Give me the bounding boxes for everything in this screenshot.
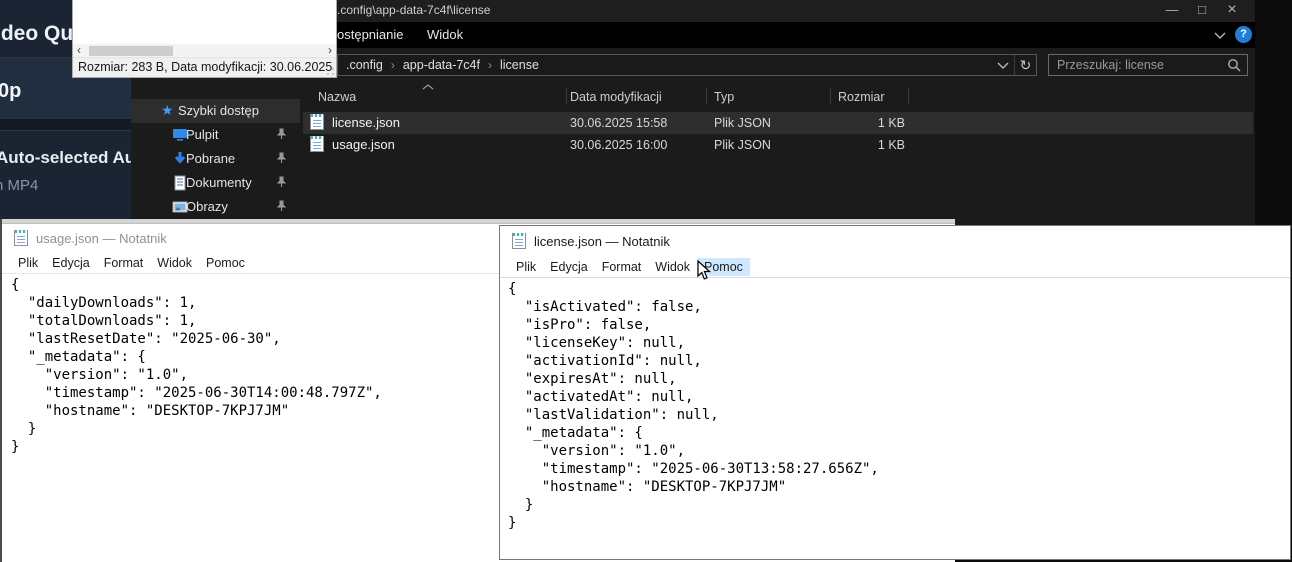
- resolution-label: 0p: [0, 80, 21, 103]
- tab-udostepnianie[interactable]: ostępnianie: [337, 27, 404, 42]
- sidebar-item-label: Pobrane: [186, 151, 235, 166]
- column-header-typ[interactable]: Typ: [714, 90, 734, 104]
- screen: ideo Quali 0p Auto-selected Audi n MP4 .…: [0, 0, 1292, 562]
- star-icon: ★: [161, 102, 174, 119]
- search-input[interactable]: [1049, 57, 1227, 73]
- ribbon-collapse-chevron-icon[interactable]: [1214, 32, 1226, 39]
- notepad-titlebar[interactable]: license.json — Notatnik: [500, 226, 1290, 256]
- help-icon[interactable]: ?: [1235, 26, 1252, 43]
- close-button[interactable]: ×: [1217, 0, 1247, 22]
- menu-widok[interactable]: Widok: [150, 254, 199, 272]
- column-header-data-modyfikacji[interactable]: Data modyfikacji: [570, 90, 662, 104]
- address-bar[interactable]: .config › app-data-7c4f › license ↻: [337, 54, 1037, 76]
- explorer-window-title: .config\app-data-7c4f\license: [337, 3, 490, 17]
- file-row-usage-json[interactable]: usage.json 30.06.2025 16:00 Plik JSON 1 …: [303, 134, 1253, 156]
- breadcrumb-license[interactable]: license: [498, 58, 541, 72]
- pin-icon[interactable]: [276, 152, 287, 164]
- breadcrumb-chevron-icon: ›: [482, 58, 498, 72]
- notepad-window-title: license.json — Notatnik: [534, 234, 670, 249]
- notepad-icon: [512, 233, 526, 249]
- sidebar-item-dokumenty[interactable]: Dokumenty: [131, 171, 300, 195]
- scroll-left-arrow-icon[interactable]: ‹: [77, 44, 81, 57]
- menu-plik[interactable]: Plik: [11, 254, 45, 272]
- breadcrumb-app-data[interactable]: app-data-7c4f: [401, 58, 482, 72]
- file-type: Plik JSON: [714, 138, 771, 152]
- sidebar-item-quick-access[interactable]: ★ Szybki dostęp: [131, 99, 300, 123]
- search-icon[interactable]: [1227, 58, 1241, 72]
- file-infotip-window: ‹ › Rozmiar: 283 B, Data modyfikacji: 30…: [72, 0, 337, 78]
- sidebar-item-pulpit[interactable]: Pulpit: [131, 123, 300, 147]
- sidebar-item-label: Obrazy: [186, 199, 228, 214]
- horizontal-scrollbar[interactable]: ‹ ›: [73, 44, 336, 58]
- column-divider[interactable]: [908, 88, 909, 104]
- pin-icon[interactable]: [276, 200, 287, 212]
- json-file-icon: [310, 136, 324, 152]
- file-name: usage.json: [332, 137, 395, 152]
- audio-heading: Auto-selected Audi: [0, 148, 131, 168]
- notepad-window-license: license.json — Notatnik Plik Edycja Form…: [499, 225, 1291, 560]
- notepad-icon: [14, 230, 28, 246]
- pin-icon[interactable]: [276, 128, 287, 140]
- breadcrumb-chevron-icon: ›: [385, 58, 401, 72]
- column-divider[interactable]: [706, 88, 707, 104]
- menu-edycja[interactable]: Edycja: [543, 258, 595, 276]
- menu-plik[interactable]: Plik: [509, 258, 543, 276]
- file-modified: 30.06.2025 16:00: [570, 138, 667, 152]
- menu-pomoc[interactable]: Pomoc: [199, 254, 252, 272]
- notepad-window-title: usage.json — Notatnik: [36, 231, 167, 246]
- menu-format[interactable]: Format: [97, 254, 151, 272]
- menu-edycja[interactable]: Edycja: [45, 254, 97, 272]
- sidebar-item-obrazy[interactable]: Obrazy: [131, 195, 300, 219]
- sidebar-item-pobrane[interactable]: Pobrane: [131, 147, 300, 171]
- address-dropdown-chevron-icon[interactable]: [992, 55, 1014, 75]
- file-name: license.json: [332, 115, 400, 130]
- column-header-rozmiar[interactable]: Rozmiar: [838, 90, 885, 104]
- column-header-nazwa[interactable]: Nazwa: [318, 90, 356, 104]
- sidebar-item-label: Dokumenty: [186, 175, 252, 190]
- refresh-icon[interactable]: ↻: [1014, 55, 1036, 75]
- scroll-right-arrow-icon[interactable]: ›: [328, 44, 332, 57]
- json-file-icon: [310, 114, 324, 130]
- notepad-menubar: Plik Edycja Format Widok Pomoc: [500, 256, 1290, 278]
- file-row-license-json[interactable]: license.json 30.06.2025 15:58 Plik JSON …: [303, 112, 1253, 134]
- file-size: 1 KB: [823, 138, 905, 152]
- resize-grip-icon[interactable]: [326, 67, 335, 76]
- scrollbar-thumb[interactable]: [89, 46, 173, 56]
- divider-band: [0, 118, 131, 131]
- file-modified: 30.06.2025 15:58: [570, 116, 667, 130]
- license-json-text[interactable]: { "isActivated": false, "isPro": false, …: [500, 278, 1290, 532]
- pin-icon[interactable]: [276, 176, 287, 188]
- format-label: n MP4: [0, 177, 38, 194]
- search-box: [1048, 54, 1248, 76]
- maximize-button[interactable]: □: [1187, 0, 1217, 22]
- status-bar: Rozmiar: 283 B, Data modyfikacji: 30.06.…: [73, 57, 336, 77]
- breadcrumb-config[interactable]: .config: [344, 58, 385, 72]
- column-divider[interactable]: [830, 88, 831, 104]
- tab-widok[interactable]: Widok: [427, 27, 463, 42]
- sort-ascending-icon: [422, 84, 434, 90]
- window-controls: — □ ×: [1157, 0, 1247, 22]
- minimize-button[interactable]: —: [1157, 0, 1187, 22]
- file-size: 1 KB: [823, 116, 905, 130]
- file-type: Plik JSON: [714, 116, 771, 130]
- sidebar-item-label: Szybki dostęp: [178, 103, 259, 118]
- menu-widok[interactable]: Widok: [648, 258, 697, 276]
- mouse-cursor: [697, 260, 711, 281]
- sidebar-item-label: Pulpit: [186, 127, 219, 142]
- menu-format[interactable]: Format: [595, 258, 649, 276]
- background-area: [1255, 0, 1292, 225]
- column-divider[interactable]: [566, 88, 567, 104]
